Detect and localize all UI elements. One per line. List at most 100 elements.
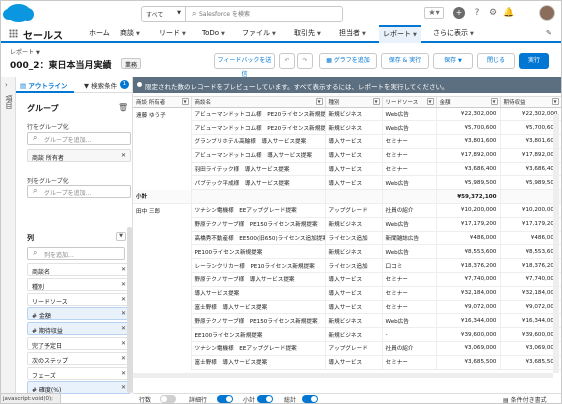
save-and-run-button[interactable]: 保存 & 実行 bbox=[381, 53, 429, 69]
column-group-input[interactable]: グループを追加... bbox=[27, 185, 131, 198]
column-item[interactable]: # 期待収益 ✕ bbox=[27, 322, 131, 336]
avatar[interactable] bbox=[539, 5, 555, 21]
undo-button[interactable]: ↶ bbox=[279, 53, 295, 69]
add-icon[interactable]: + bbox=[453, 7, 465, 19]
remove-icon[interactable]: ✕ bbox=[121, 152, 126, 159]
chevron-down-icon[interactable]: ▼ bbox=[317, 31, 321, 37]
tab-filters[interactable]: ▼ 検索条件 bbox=[84, 80, 117, 90]
nav-tab-reports[interactable]: レポート ▼ bbox=[379, 25, 421, 43]
collapse-arrow-icon[interactable]: › bbox=[5, 81, 8, 89]
remove-icon[interactable]: ✕ bbox=[121, 266, 126, 273]
table-scrollbar[interactable] bbox=[553, 114, 559, 373]
column-menu-icon[interactable]: ▼ bbox=[372, 98, 380, 105]
column-menu-icon[interactable]: ▼ bbox=[490, 98, 498, 105]
subtotal-row: 小計 ¥59,372,100 bbox=[133, 189, 561, 205]
remove-icon[interactable]: ✕ bbox=[121, 325, 126, 332]
setup-icon[interactable]: ⚙ bbox=[487, 7, 499, 19]
remove-icon[interactable]: ✕ bbox=[121, 355, 126, 362]
trash-icon[interactable]: 🗑 bbox=[118, 103, 128, 112]
detail-rows-toggle[interactable] bbox=[217, 395, 233, 403]
nav-tab-files[interactable]: ファイル ▼ bbox=[242, 28, 276, 41]
chevron-down-icon[interactable]: ▼ bbox=[413, 32, 417, 38]
column-header[interactable]: 商談 所有者 ▼ bbox=[133, 97, 192, 108]
column-group-label: 列をグループ化 bbox=[27, 178, 69, 185]
add-chart-button[interactable]: ▦ グラフを追加 bbox=[319, 53, 377, 69]
search-scope-select[interactable]: すべて ▼ bbox=[142, 7, 186, 21]
nav-tab-accounts[interactable]: 取引先 ▼ bbox=[294, 28, 321, 41]
panel-scrollbar[interactable] bbox=[127, 227, 132, 393]
conditional-format-button[interactable]: ▤ 条件付き書式 bbox=[503, 395, 547, 403]
chevron-down-icon[interactable]: ▼ bbox=[362, 31, 366, 37]
feedback-button[interactable]: フィードバックを送信 bbox=[214, 53, 275, 78]
chevron-down-icon[interactable]: ▼ bbox=[221, 31, 225, 37]
opportunity-name-cell: ツナシン電機様 EEアップグレード提案 bbox=[191, 341, 326, 356]
chevron-down-icon[interactable]: ▼ bbox=[136, 31, 140, 37]
subtotals-toggle[interactable] bbox=[257, 395, 273, 403]
column-header[interactable]: 金額 ▼ bbox=[436, 97, 501, 108]
column-item-label: # 期待収益 bbox=[32, 328, 63, 336]
remove-icon[interactable]: ✕ bbox=[121, 281, 126, 288]
table-cell: 新規ビジネス bbox=[325, 244, 383, 260]
remove-icon[interactable]: ✕ bbox=[121, 370, 126, 377]
column-item[interactable]: 完了予定日 ✕ bbox=[27, 337, 131, 350]
edit-nav-icon[interactable]: ✎ bbox=[546, 28, 552, 41]
nav-tab-contacts[interactable]: 担当者 ▼ bbox=[339, 28, 366, 41]
column-item[interactable]: フェーズ ✕ bbox=[27, 366, 131, 380]
table-horizontal-scrollbar[interactable] bbox=[133, 373, 553, 378]
run-button[interactable]: 実行 bbox=[519, 53, 549, 69]
column-header[interactable]: 種別 ▼ bbox=[325, 97, 383, 108]
opportunity-name-cell: ツナシン電機様 EEアップグレード提案 bbox=[191, 203, 326, 218]
nav-more[interactable]: さらに表示 ▼ bbox=[433, 28, 474, 41]
nav-tab-home[interactable]: ホーム bbox=[89, 28, 110, 41]
columns-menu-button[interactable]: ▼ bbox=[116, 232, 126, 241]
close-button[interactable]: 閉じる bbox=[477, 53, 515, 69]
column-item[interactable]: リードソース ✕ bbox=[27, 292, 131, 306]
chevron-down-icon[interactable]: ▼ bbox=[36, 50, 40, 56]
nav-tab-label: リード bbox=[159, 29, 180, 37]
row-group-pill[interactable]: 商談 所有者 ✕ bbox=[27, 149, 131, 162]
grand-total-toggle[interactable] bbox=[302, 395, 318, 403]
tab-outline[interactable]: ▤ アウトライン bbox=[20, 80, 67, 90]
subtotals-label: 小計 bbox=[243, 397, 256, 404]
global-search[interactable]: すべて ▼ ⌕ bbox=[141, 6, 343, 22]
salesforce-logo[interactable] bbox=[3, 4, 34, 22]
redo-button[interactable]: ↷ bbox=[297, 53, 313, 69]
app-launcher-icon[interactable] bbox=[9, 29, 18, 38]
nav-tab-todo[interactable]: ToDo ▼ bbox=[202, 28, 225, 41]
column-item[interactable]: 種別 ✕ bbox=[27, 277, 131, 291]
favorites-icon[interactable]: ★▾ bbox=[424, 7, 444, 19]
column-header[interactable]: 商談名 ▼ bbox=[191, 97, 326, 108]
report-preview: 限定された数のレコードをプレビューしています。すべて表示するには、レポートを実行… bbox=[133, 77, 561, 393]
column-menu-icon[interactable]: ▼ bbox=[426, 98, 434, 105]
remove-icon[interactable]: ✕ bbox=[121, 340, 126, 347]
remove-icon[interactable]: ✕ bbox=[121, 384, 126, 391]
column-menu-icon[interactable]: ▼ bbox=[181, 98, 189, 105]
help-icon[interactable]: ? bbox=[471, 7, 483, 19]
column-item[interactable]: # 金額 ✕ bbox=[27, 307, 131, 321]
nav-tab-label: レポート bbox=[383, 30, 411, 38]
nav-tab-leads[interactable]: リード ▼ bbox=[159, 28, 186, 41]
column-header[interactable]: リードソース ▼ bbox=[382, 97, 437, 108]
column-menu-icon[interactable]: ▼ bbox=[551, 98, 559, 105]
column-item[interactable]: 次のステップ ✕ bbox=[27, 351, 131, 365]
column-item[interactable]: 商談名 ✕ bbox=[27, 263, 131, 276]
column-menu-icon[interactable]: ▼ bbox=[315, 98, 323, 105]
fields-rail[interactable]: › 項目 bbox=[1, 77, 16, 393]
chevron-down-icon[interactable]: ▼ bbox=[182, 31, 186, 37]
chevron-down-icon[interactable]: ▼ bbox=[272, 31, 276, 37]
row-count-toggle[interactable] bbox=[160, 395, 176, 403]
save-button[interactable]: 保存 ▼ bbox=[433, 53, 473, 69]
fields-rail-label: 項目 bbox=[5, 95, 13, 109]
column-add-input[interactable]: 列を追加... bbox=[27, 247, 125, 260]
nav-tab-opportunities[interactable]: 商談 ▼ bbox=[120, 28, 140, 41]
remove-icon[interactable]: ✕ bbox=[121, 296, 126, 303]
search-input[interactable] bbox=[190, 7, 340, 21]
row-group-input[interactable]: グループを追加... bbox=[27, 132, 131, 145]
amount-cell: ¥3,069,000 bbox=[500, 341, 561, 356]
notifications-icon[interactable]: 🔔 bbox=[503, 7, 515, 19]
table-cell: Web広告 bbox=[382, 313, 437, 329]
report-table: 商談 所有者 ▼ 商談名 ▼ 種別 ▼ リードソース ▼ 金額 ▼ 期待収益 ▼ 遠藤 ゆう子 アビュー… bbox=[133, 96, 561, 373]
remove-icon[interactable]: ✕ bbox=[121, 310, 126, 317]
column-header[interactable]: 期待収益 ▼ bbox=[500, 97, 561, 108]
table-body: 遠藤 ゆう子 アビューマンドットコム様 PE20ライセンス新規提案 新規ビジネス We… bbox=[133, 107, 561, 370]
